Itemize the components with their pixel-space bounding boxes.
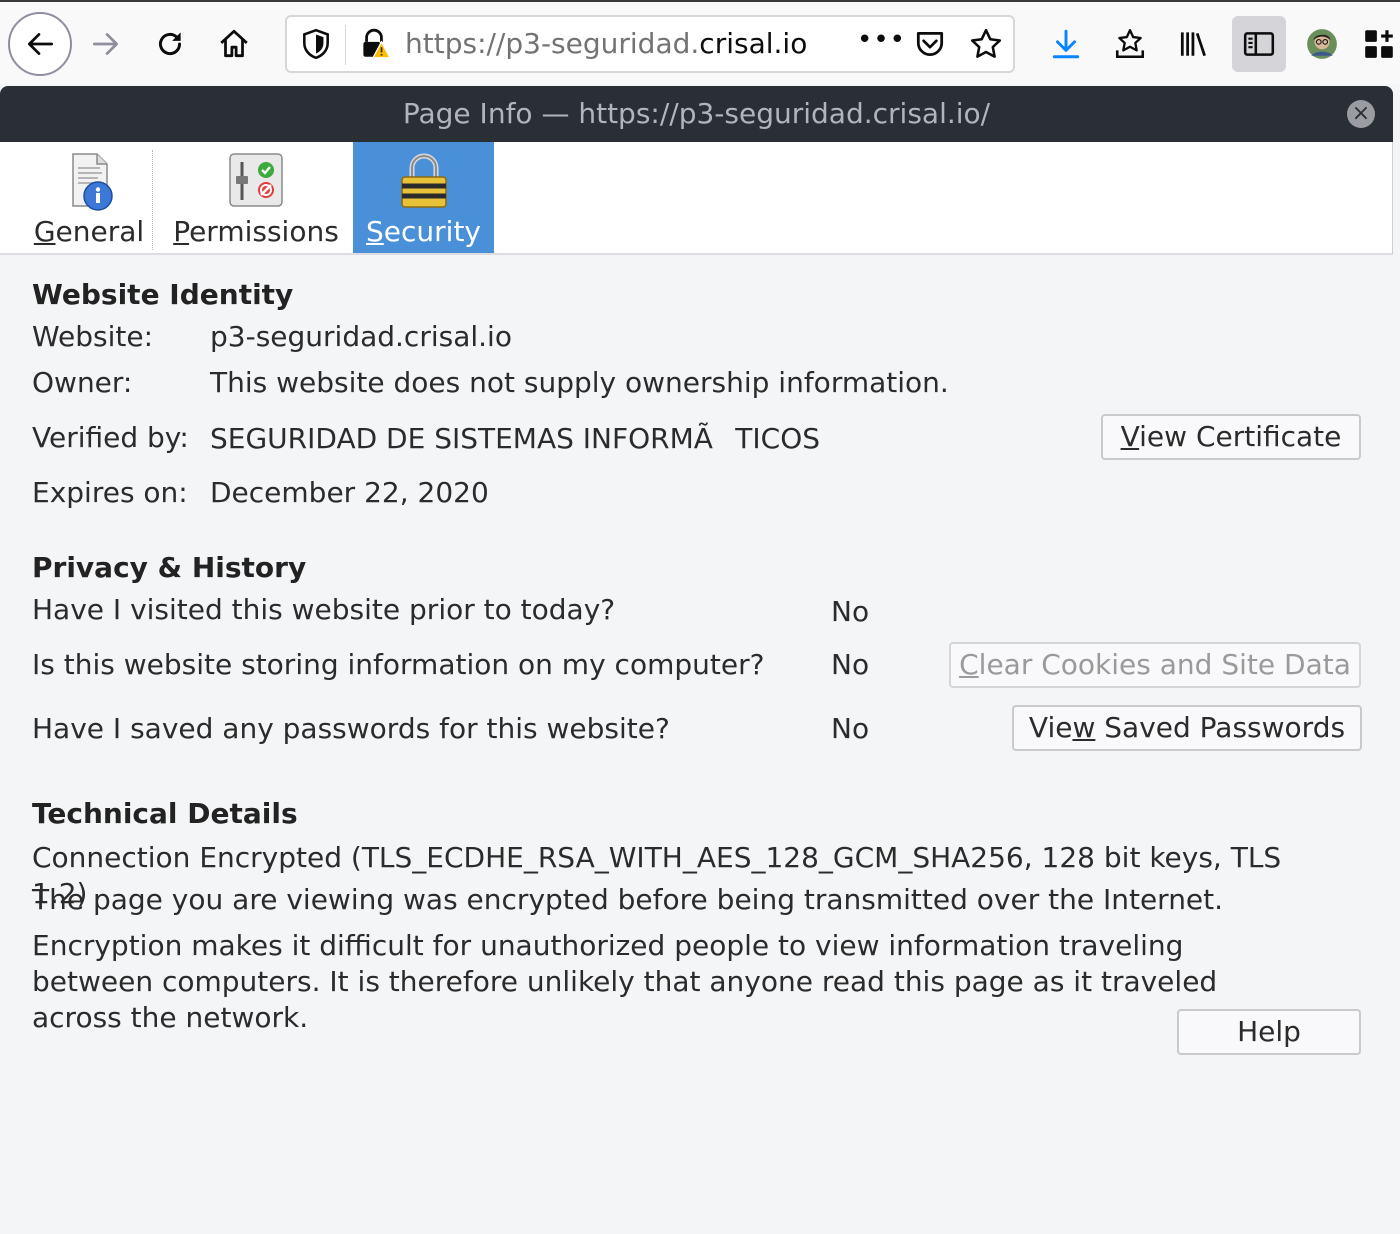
technical-details-heading: Technical Details: [32, 797, 298, 830]
forward-button[interactable]: [82, 16, 130, 72]
clear-cookies-button[interactable]: Clear Cookies and Site Data: [949, 642, 1361, 688]
dialog-title: Page Info — https://p3-seguridad.crisal.…: [402, 97, 991, 130]
tab-security[interactable]: Security: [353, 142, 494, 253]
home-button[interactable]: [210, 16, 258, 72]
sidebar-button[interactable]: [1232, 16, 1286, 72]
bookmarks-menu-button[interactable]: [1106, 16, 1154, 72]
url-host: crisal.io: [699, 27, 808, 60]
sidebar-icon: [1243, 32, 1275, 56]
arrow-left-icon: [27, 33, 54, 55]
back-button[interactable]: [8, 12, 72, 76]
passwords-question: Have I saved any passwords for this webs…: [32, 712, 670, 745]
download-icon: [1052, 29, 1080, 59]
storing-question: Is this website storing information on m…: [32, 648, 765, 681]
owner-value: This website does not supply ownership i…: [210, 366, 949, 399]
tracking-shield-icon[interactable]: [299, 27, 333, 61]
view-saved-passwords-button[interactable]: View Saved Passwords: [1012, 705, 1362, 751]
privacy-history-heading: Privacy & History: [32, 551, 307, 584]
library-icon: [1180, 32, 1206, 57]
insecure-lock-warning-icon[interactable]: [357, 27, 391, 61]
visited-answer: No: [831, 595, 870, 628]
permissions-icon: [229, 153, 283, 207]
tab-separator: [152, 150, 153, 250]
view-certificate-button[interactable]: View Certificate: [1101, 414, 1361, 460]
verified-by-label: Verified by:: [32, 421, 189, 454]
arrow-right-icon: [92, 33, 119, 55]
passwords-answer: No: [831, 712, 870, 745]
pocket-icon[interactable]: [913, 27, 947, 61]
tab-general[interactable]: General: [30, 142, 148, 253]
page-info-title-bar: Page Info — https://p3-seguridad.crisal.…: [0, 86, 1393, 142]
url-text[interactable]: https://p3-seguridad.crisal.io: [405, 17, 807, 71]
close-icon: ×: [1351, 101, 1371, 126]
extensions-grid-icon: [1365, 30, 1393, 58]
bookmark-star-icon[interactable]: [969, 27, 1003, 61]
owner-label: Owner:: [32, 366, 133, 399]
visited-question: Have I visited this website prior to tod…: [32, 593, 616, 626]
info-page-icon: [72, 153, 113, 211]
reload-button[interactable]: [146, 16, 194, 72]
avatar-icon: [1307, 29, 1337, 59]
page-actions-button[interactable]: •••: [857, 25, 906, 55]
help-button[interactable]: Help: [1177, 1009, 1361, 1055]
padlock-icon: [400, 153, 447, 208]
downloads-button[interactable]: [1042, 16, 1090, 72]
tab-general-label: General: [33, 215, 145, 248]
close-dialog-button[interactable]: ×: [1347, 100, 1375, 128]
url-prefix: https://p3-seguridad.: [405, 27, 700, 60]
tab-security-label: Security: [366, 215, 481, 248]
url-separator: [345, 25, 346, 65]
tab-permissions[interactable]: Permissions: [172, 142, 340, 253]
reload-icon: [158, 32, 182, 56]
website-label: Website:: [32, 320, 154, 353]
browser-toolbar: https://p3-seguridad.crisal.io •••: [0, 0, 1400, 84]
encrypted-explanation: The page you are viewing was encrypted b…: [32, 883, 1224, 916]
verified-by-value: SEGURIDAD DE SISTEMAS INFORMÃTICOS: [210, 422, 821, 455]
encryption-description: Encryption makes it difficult for unauth…: [32, 929, 1218, 1034]
page-info-tabs: General Permissions Security: [0, 142, 1393, 255]
library-button[interactable]: [1170, 16, 1218, 72]
storing-answer: No: [831, 648, 870, 681]
website-value: p3-seguridad.crisal.io: [210, 320, 512, 353]
expires-on-label: Expires on:: [32, 476, 188, 509]
account-avatar-button[interactable]: [1298, 16, 1346, 72]
url-bar[interactable]: https://p3-seguridad.crisal.io •••: [285, 15, 1015, 73]
home-icon: [220, 29, 248, 58]
website-identity-heading: Website Identity: [32, 278, 294, 311]
extensions-button[interactable]: [1362, 16, 1400, 72]
star-tray-icon: [1115, 29, 1145, 59]
expires-on-value: December 22, 2020: [210, 476, 489, 509]
tab-permissions-label: Permissions: [173, 215, 339, 248]
